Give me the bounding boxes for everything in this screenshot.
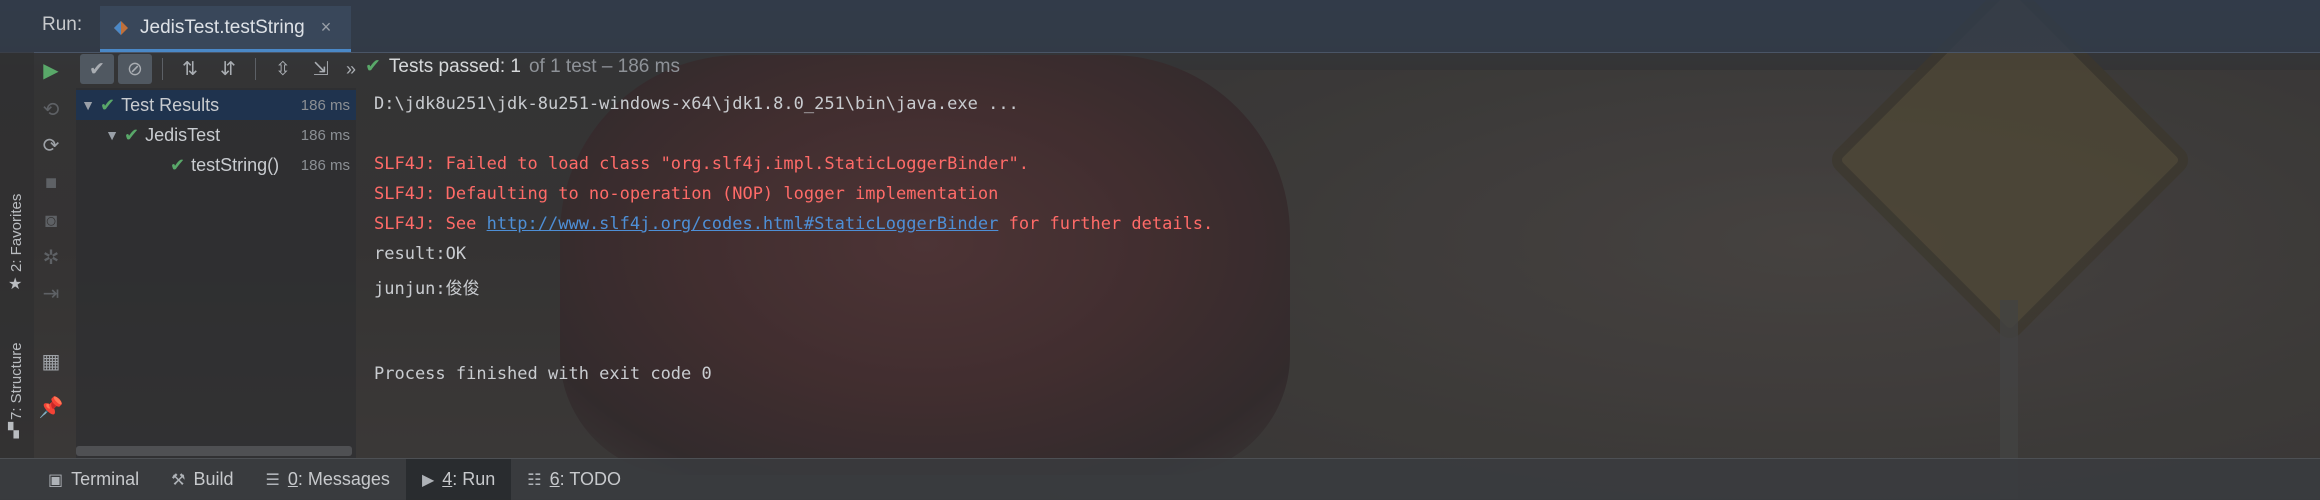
tree-node-jedistest[interactable]: ▼ ✔ JedisTest 186 ms	[76, 120, 356, 150]
toolbar-separator	[255, 58, 256, 80]
structure-icon[interactable]: ▚	[8, 422, 19, 439]
terminal-icon: ▣	[48, 471, 64, 489]
messages-tool-button[interactable]: ☰ 0: Messages	[250, 459, 406, 500]
run-label: Run:	[42, 14, 83, 35]
show-ignored-icon[interactable]: ⊘	[118, 54, 152, 84]
build-label: Build	[193, 469, 234, 489]
terminal-tool-button[interactable]: ▣ Terminal	[32, 459, 155, 500]
star-icon[interactable]: ★	[8, 274, 22, 294]
sort-alphabetically-icon[interactable]: ⇅	[173, 54, 207, 84]
passed-check-icon: ✔	[100, 94, 116, 115]
run-icon: ▶	[421, 471, 435, 489]
expand-arrow-icon[interactable]: ▼	[104, 127, 120, 143]
left-tool-strip: 2: Favorites ★ 7: Structure ▚	[0, 52, 34, 458]
show-passed-icon[interactable]: ✔	[80, 54, 114, 84]
layout-icon[interactable]: ▦	[36, 346, 66, 376]
collapse-all-icon[interactable]: ⇲	[304, 54, 338, 84]
passed-check-icon: ✔	[170, 154, 186, 175]
tree-node-test-results[interactable]: ▼ ✔ Test Results 186 ms	[76, 90, 356, 120]
tree-node-label: JedisTest	[145, 124, 221, 145]
close-tab-icon[interactable]: ×	[321, 17, 332, 38]
messages-icon: ☰	[265, 471, 280, 489]
expand-all-icon[interactable]: ⇳	[266, 54, 300, 84]
hammer-icon: ⚒	[171, 471, 186, 489]
favorites-tool-button[interactable]: 2: Favorites	[8, 194, 25, 272]
toggle-auto-test-icon[interactable]: ⟳	[36, 130, 66, 160]
tree-node-time: 186 ms	[300, 156, 350, 174]
run-tool-button[interactable]: ▶ 4: Run	[405, 459, 512, 500]
console-error-text: SLF4J: See	[374, 214, 487, 234]
messages-number: 0	[287, 469, 298, 489]
console-output-line: result:OK	[374, 244, 467, 264]
console-output[interactable]: D:\jdk8u251\jdk-8u251-windows-x64\jdk1.8…	[360, 88, 2320, 458]
sort-by-duration-icon[interactable]: ⇵	[211, 54, 245, 84]
tree-horizontal-scrollbar[interactable]	[76, 446, 352, 456]
tests-status: ✔ Tests passed: 1 of 1 test – 186 ms	[365, 55, 680, 78]
messages-label: : Messages	[297, 469, 390, 489]
stop-icon[interactable]: ■	[36, 168, 66, 198]
tree-node-teststring[interactable]: ✔ testString() 186 ms	[76, 150, 356, 180]
rerun-failed-icon[interactable]: ⟲	[36, 94, 66, 124]
run-label-bottom: : Run	[452, 469, 496, 489]
tests-passed-text: Tests passed: 1	[388, 55, 521, 77]
tree-node-time: 186 ms	[300, 126, 350, 144]
run-side-toolbar: ▶ ⟲ ⟳ ■ ◙ ✲ ⇥ ▦ 📌	[36, 52, 76, 458]
console-error-line: SLF4J: Failed to load class "org.slf4j.i…	[374, 154, 1030, 174]
camera-icon[interactable]: ◙	[36, 206, 66, 236]
tree-node-label: Test Results	[121, 94, 220, 115]
tree-node-time: 186 ms	[300, 96, 350, 114]
pin-icon[interactable]: 📌	[36, 392, 66, 422]
tree-node-label: testString()	[191, 154, 280, 175]
test-results-toolbar: ✔ ⊘ ⇅ ⇵ ⇳ ⇲ »	[80, 52, 360, 86]
terminal-label: Terminal	[71, 469, 140, 489]
console-command-line: D:\jdk8u251\jdk-8u251-windows-x64\jdk1.8…	[374, 94, 1019, 114]
console-error-line: SLF4J: See http://www.slf4j.org/codes.ht…	[374, 214, 1213, 234]
debug-icon[interactable]: ✲	[36, 242, 66, 272]
slf4j-docs-link[interactable]: http://www.slf4j.org/codes.html#StaticLo…	[487, 214, 999, 234]
expand-arrow-icon[interactable]: ▼	[80, 97, 96, 113]
console-exit-line: Process finished with exit code 0	[374, 364, 712, 384]
console-output-line: junjun:俊俊	[374, 279, 480, 299]
todo-number: 6	[549, 469, 560, 489]
toolbar-separator	[162, 58, 163, 80]
run-tab-title: JedisTest.testString	[140, 16, 305, 38]
junit-config-icon	[114, 20, 128, 35]
list-icon: ☷	[527, 471, 542, 489]
todo-tool-button[interactable]: ☷ 6: TODO	[511, 459, 637, 500]
check-icon: ✔	[365, 56, 381, 77]
more-actions-icon[interactable]: »	[342, 54, 360, 84]
bottom-tool-window-bar: ▣ Terminal ⚒ Build ☰ 0: Messages ▶ 4: Ru…	[0, 458, 2320, 500]
exit-icon[interactable]: ⇥	[36, 278, 66, 308]
run-number: 4	[442, 469, 453, 489]
console-error-line: SLF4J: Defaulting to no-operation (NOP) …	[374, 184, 999, 204]
passed-check-icon: ✔	[124, 124, 140, 145]
todo-label: : TODO	[559, 469, 622, 489]
test-results-tree: ▼ ✔ Test Results 186 ms ▼ ✔ JedisTest 18…	[76, 88, 356, 458]
build-tool-button[interactable]: ⚒ Build	[155, 459, 249, 500]
structure-tool-button[interactable]: 7: Structure	[8, 342, 25, 420]
console-error-text: for further details.	[998, 214, 1214, 234]
run-tool-window-header: Run: JedisTest.testString ×	[0, 0, 2320, 53]
run-config-tab[interactable]: JedisTest.testString ×	[100, 6, 352, 52]
rerun-icon[interactable]: ▶	[36, 55, 66, 85]
tests-summary-text: of 1 test – 186 ms	[528, 55, 680, 77]
